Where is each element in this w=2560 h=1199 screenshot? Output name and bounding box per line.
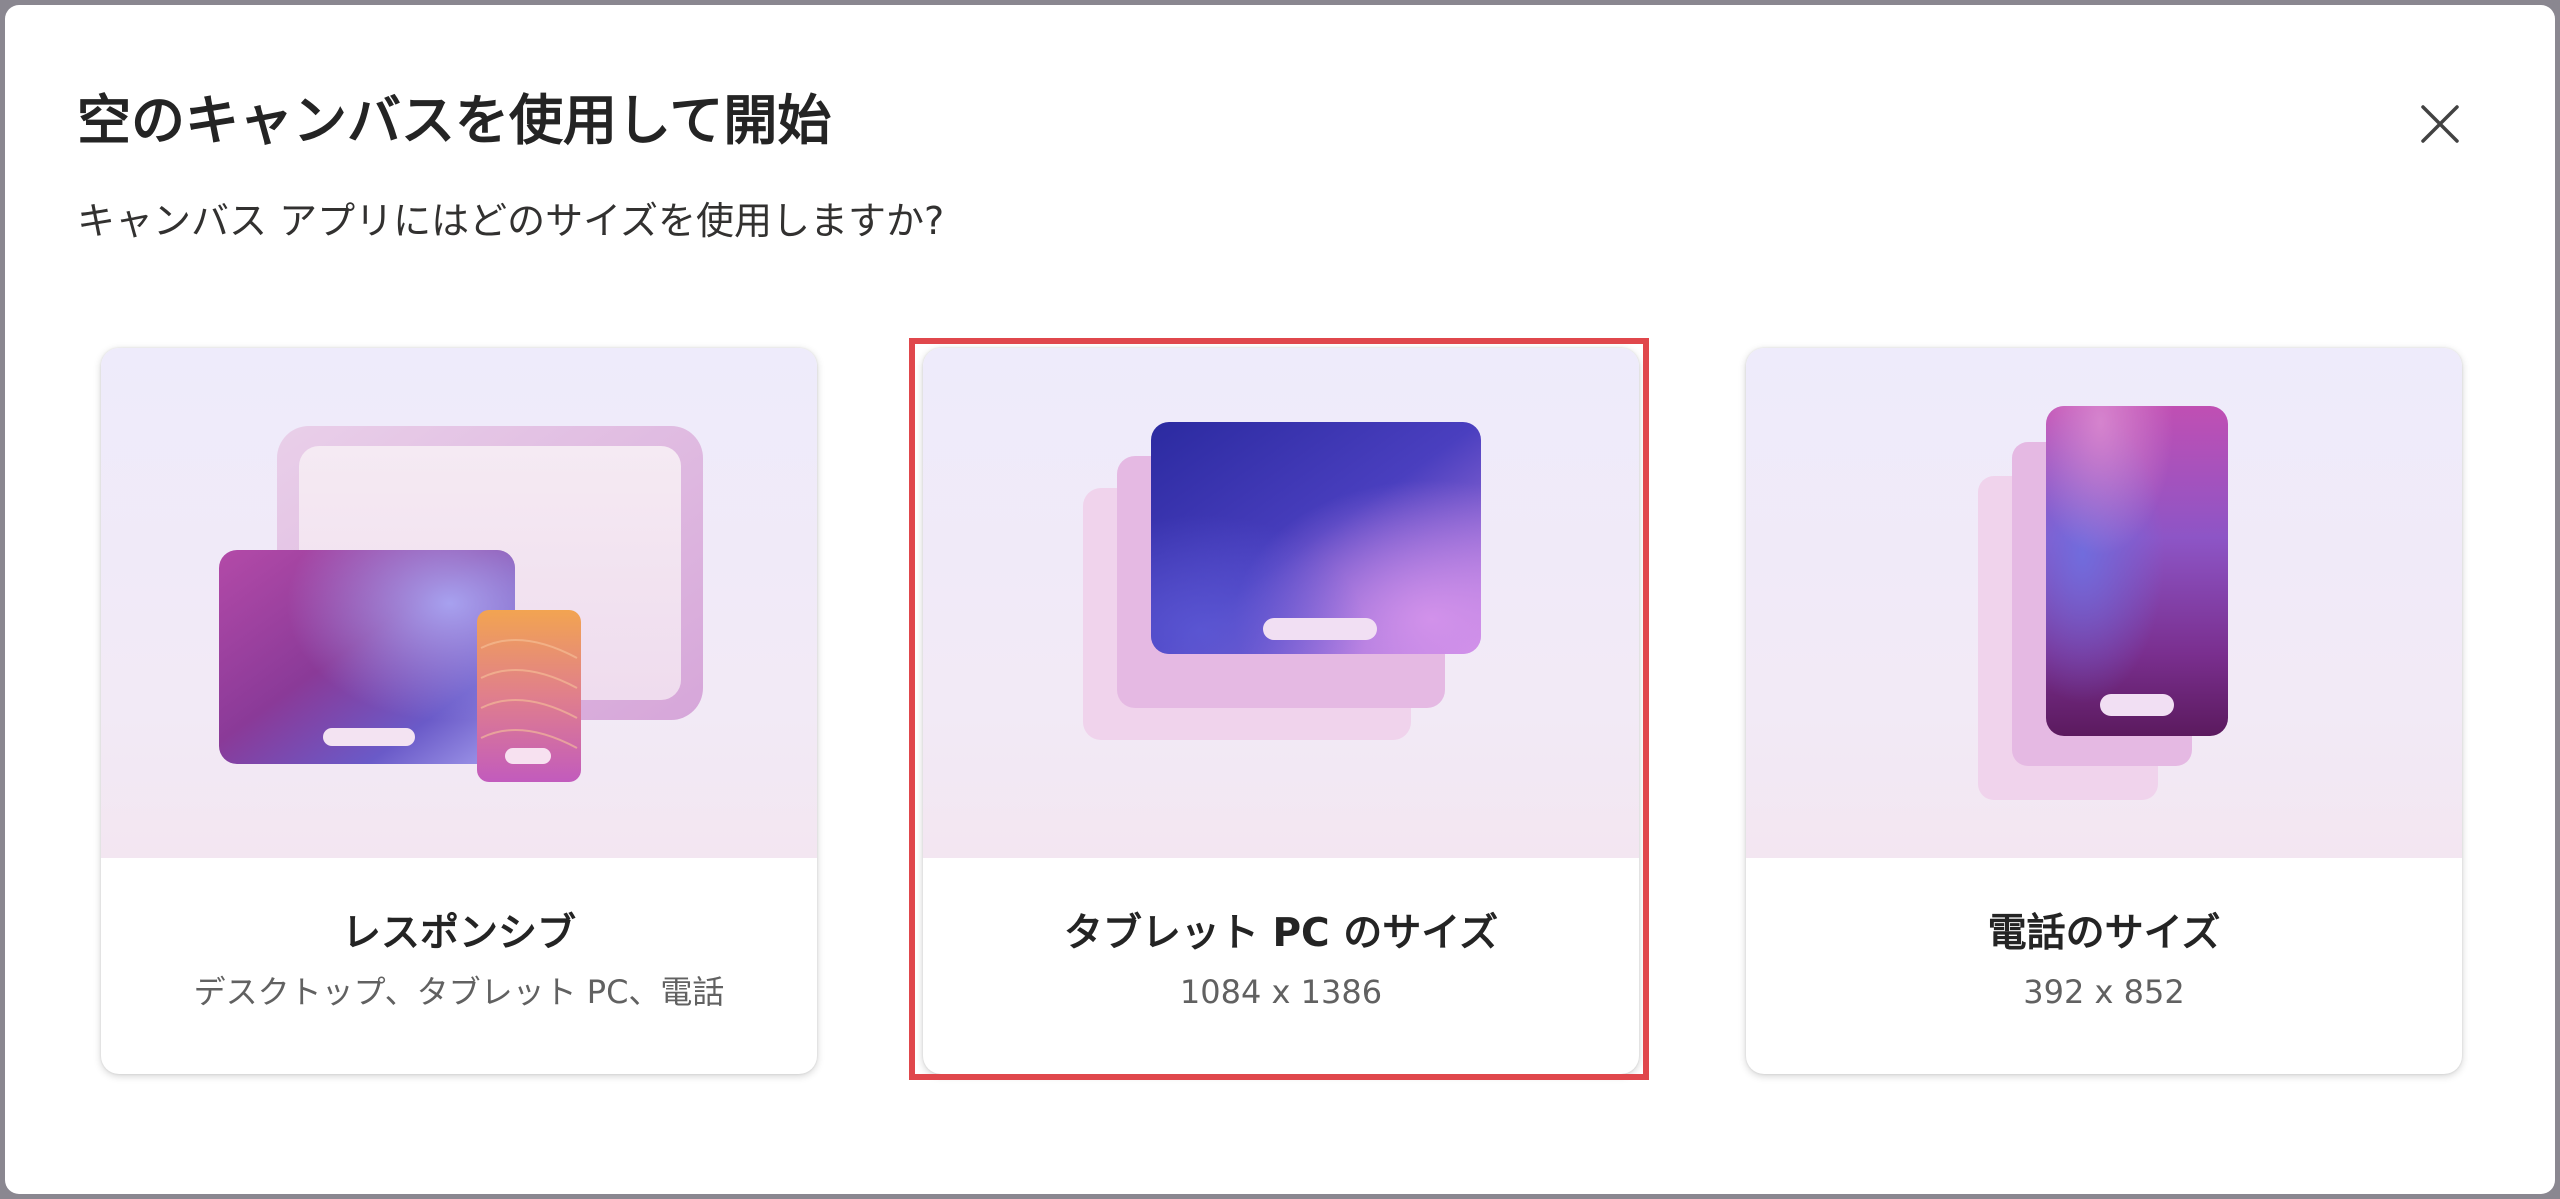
responsive-devices-illustration	[101, 348, 817, 858]
card-title: タブレット PC のサイズ	[1063, 911, 1499, 956]
card-phone-body: 電話のサイズ 392 x 852	[1746, 858, 2462, 1074]
card-description: デスクトップ、タブレット PC、電話	[193, 973, 725, 1011]
phone-illustration	[1746, 348, 2462, 858]
dialog-subtitle: キャンバス アプリにはどのサイズを使用しますか?	[77, 199, 945, 243]
card-title: レスポンシブ	[341, 911, 576, 956]
card-description: 1084 x 1386	[1179, 973, 1383, 1011]
card-responsive[interactable]: レスポンシブ デスクトップ、タブレット PC、電話	[101, 348, 817, 1074]
close-button[interactable]	[2413, 97, 2467, 151]
card-responsive-body: レスポンシブ デスクトップ、タブレット PC、電話	[101, 858, 817, 1074]
card-title: 電話のサイズ	[1987, 911, 2221, 956]
start-blank-canvas-dialog: 空のキャンバスを使用して開始 キャンバス アプリにはどのサイズを使用しますか?	[5, 5, 2555, 1194]
card-description: 392 x 852	[2023, 973, 2185, 1011]
dialog-title: 空のキャンバスを使用して開始	[77, 89, 832, 152]
card-phone[interactable]: 電話のサイズ 392 x 852	[1746, 348, 2462, 1074]
card-tablet[interactable]: タブレット PC のサイズ 1084 x 1386	[923, 348, 1639, 1074]
close-icon	[2421, 105, 2459, 143]
tablet-illustration	[923, 348, 1639, 858]
card-tablet-body: タブレット PC のサイズ 1084 x 1386	[923, 858, 1639, 1074]
